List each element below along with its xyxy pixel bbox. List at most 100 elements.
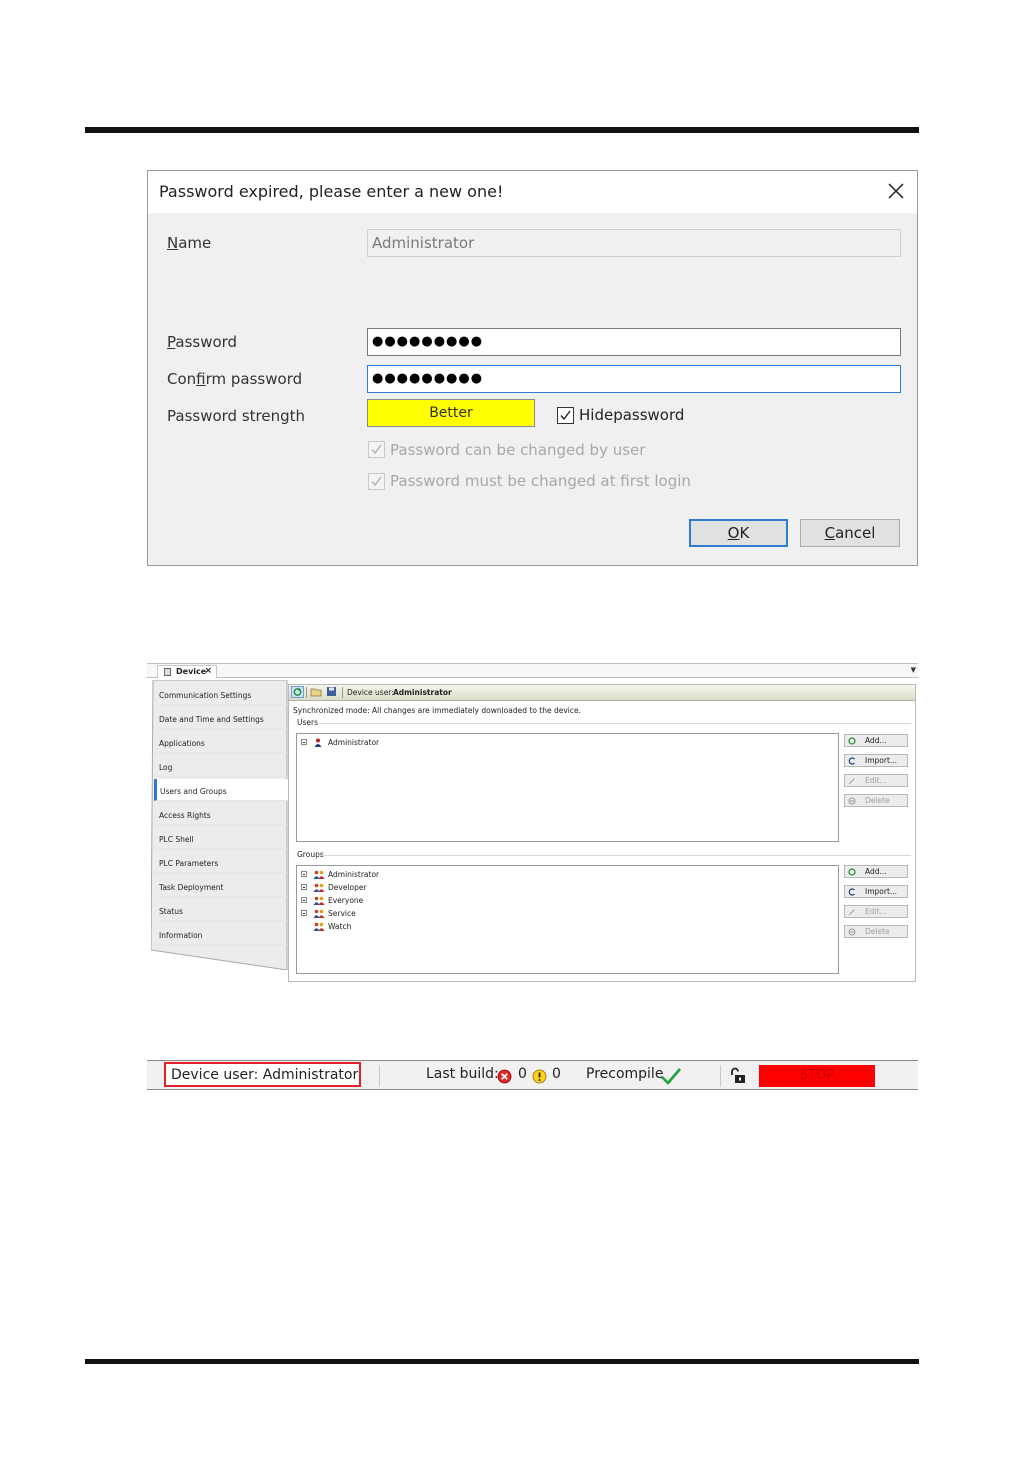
group-icon (313, 909, 325, 918)
error-icon (497, 1069, 512, 1088)
close-icon[interactable] (885, 180, 907, 202)
nav-item-task-deployment[interactable]: Task Deployment (154, 875, 287, 897)
warning-count: 0 (552, 1066, 561, 1082)
expand-icon[interactable] (301, 910, 307, 916)
group-icon (313, 896, 325, 905)
editor-tabstrip: Device × ▼ (147, 663, 918, 678)
group-icon (313, 883, 325, 892)
users-groups-panel: Device user: Administrator Synchronized … (288, 684, 916, 982)
nav-item-information[interactable]: Information (154, 923, 287, 945)
panel-toolbar: Device user: Administrator (289, 685, 915, 701)
warning-icon (532, 1069, 547, 1088)
group-tree-row[interactable]: Administrator (301, 870, 601, 882)
users-group-label: Users (297, 718, 319, 727)
group-icon (313, 922, 325, 931)
group-tree-row[interactable]: Service (301, 909, 601, 921)
page-top-rule (85, 127, 919, 133)
groups-import-button[interactable]: Import... (844, 885, 908, 898)
users-group-line (319, 723, 911, 724)
nav-item-status[interactable]: Status (154, 899, 287, 921)
toolbar-separator (342, 687, 343, 698)
groups-edit-button[interactable]: Edit... (844, 905, 908, 918)
groups-list[interactable]: Administrator Developer Everyone Service Wat… (296, 865, 839, 974)
users-delete-button[interactable]: Delete (844, 794, 908, 807)
edit-icon (848, 908, 855, 916)
group-tree-row[interactable]: Everyone (301, 896, 601, 908)
must-change-checkbox[interactable] (368, 473, 385, 490)
import-icon (848, 888, 855, 896)
users-add-button[interactable]: Add... (844, 734, 908, 747)
close-tab-icon[interactable]: × (204, 666, 212, 676)
tab-dropdown-icon[interactable]: ▼ (911, 666, 916, 674)
group-name: Watch (328, 922, 352, 931)
device-editor: Device × ▼ Communication Settings Date an… (147, 663, 918, 983)
password-input[interactable]: ●●●●●●●●● (367, 328, 901, 356)
password-strength-label: Password strength (167, 407, 306, 425)
groups-delete-button[interactable]: Delete (844, 925, 908, 938)
group-tree-row[interactable]: Watch (301, 922, 601, 934)
error-count: 0 (518, 1066, 527, 1082)
confirm-password-input[interactable]: ●●●●●●●●● (367, 365, 901, 393)
confirm-password-label: Confirm password (167, 370, 302, 388)
status-device-user: Device user: Administrator (164, 1062, 361, 1087)
name-label-mnemonic: N (167, 234, 179, 252)
sync-icon[interactable] (291, 686, 304, 698)
check-icon (560, 410, 571, 421)
unlock-icon[interactable] (729, 1067, 747, 1089)
ok-button[interactable]: OK (689, 519, 788, 547)
device-user-label: Device user: (347, 688, 394, 697)
nav-item-plc-parameters[interactable]: PLC Parameters (154, 851, 287, 873)
hide-password-checkbox[interactable] (557, 407, 574, 424)
nav-item-users-and-groups[interactable]: Users and Groups (154, 779, 290, 801)
users-add-label: Add... (865, 736, 887, 745)
ok-mnemonic: O (727, 524, 740, 542)
nav-item-plc-shell[interactable]: PLC Shell (154, 827, 287, 849)
group-name: Administrator (328, 870, 380, 879)
password-strength-indicator: Better (367, 399, 535, 427)
group-name: Service (328, 909, 356, 918)
group-icon (313, 870, 325, 879)
users-edit-button[interactable]: Edit... (844, 774, 908, 787)
group-tree-row[interactable]: Developer (301, 883, 601, 895)
users-delete-label: Delete (865, 796, 890, 805)
groups-add-label: Add... (865, 867, 887, 876)
must-change-label: Password must be changed at first login (390, 472, 691, 490)
cancel-button[interactable]: Cancel (800, 519, 900, 547)
nav-item-log[interactable]: Log (154, 755, 287, 777)
cancel-mnemonic: C (824, 524, 836, 542)
confirm-label-part: Con (167, 370, 197, 388)
page-bottom-rule (85, 1359, 919, 1364)
check-icon (371, 476, 382, 487)
delete-icon (848, 797, 856, 805)
group-name: Developer (328, 883, 367, 892)
expand-icon[interactable] (301, 739, 307, 745)
add-icon (848, 868, 856, 876)
user-name: Administrator (328, 738, 380, 747)
save-icon[interactable] (326, 686, 339, 698)
expand-icon[interactable] (301, 897, 307, 903)
password-expired-dialog: Password expired, please enter a new one… (147, 170, 918, 566)
open-icon[interactable] (310, 686, 323, 698)
nav-item-communication-settings[interactable]: Communication Settings (154, 683, 287, 705)
password-label-text: assword (175, 333, 238, 351)
precompile-label: Precompile (586, 1066, 664, 1082)
nav-item-applications[interactable]: Applications (154, 731, 287, 753)
user-tree-row[interactable]: Administrator (301, 738, 601, 750)
expand-icon[interactable] (301, 884, 307, 890)
users-list[interactable]: Administrator (296, 733, 839, 842)
nav-item-date-and-time-and-settings[interactable]: Date and Time and Settings (154, 707, 287, 729)
plc-state-stop[interactable]: STOP (759, 1065, 875, 1087)
tab-device[interactable]: Device × (157, 665, 217, 678)
groups-add-button[interactable]: Add... (844, 865, 908, 878)
name-field[interactable]: Administrator (367, 229, 901, 257)
device-nav: Communication Settings Date and Time and … (151, 680, 290, 970)
nav-item-access-rights[interactable]: Access Rights (154, 803, 287, 825)
users-import-button[interactable]: Import... (844, 754, 908, 767)
check-icon (371, 444, 382, 455)
add-icon (848, 737, 856, 745)
confirm-label-mnemonic: f (196, 370, 206, 388)
expand-icon[interactable] (301, 871, 307, 877)
device-user-value: Administrator (393, 688, 452, 697)
status-bar: Device user: Administrator Last build: 0… (147, 1060, 918, 1090)
can-change-checkbox[interactable] (368, 441, 385, 458)
